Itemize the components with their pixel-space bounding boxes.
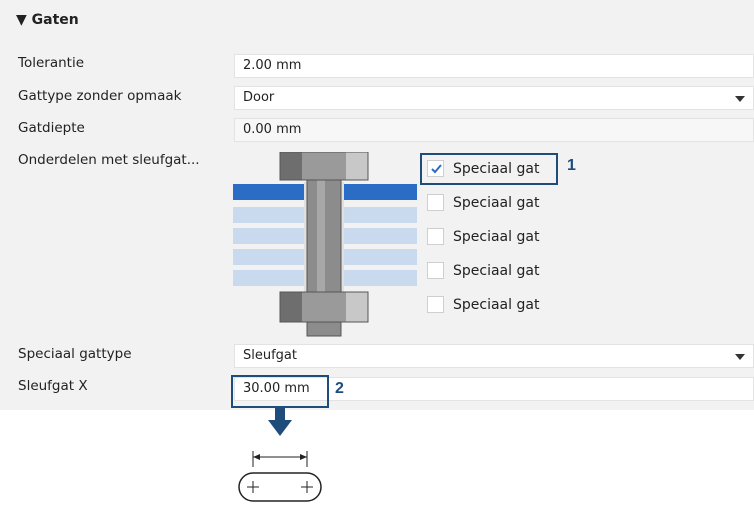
checkbox-box[interactable]	[427, 262, 444, 279]
tolerance-label: Tolerantie	[18, 55, 84, 71]
slot-x-label: Sleufgat X	[18, 378, 88, 394]
hole-type-label: Gattype zonder opmaak	[18, 88, 182, 104]
hole-type-value: Door	[243, 90, 275, 105]
bolt-head-light	[346, 152, 368, 180]
bolt-tip	[306, 321, 342, 337]
bolt-head-shade	[280, 152, 302, 180]
special-hole-checkbox-2[interactable]: Speciaal gat	[423, 189, 558, 217]
checkbox-box[interactable]	[427, 194, 444, 211]
properties-panel: ▼ Gaten Tolerantie 2.00 mm Gattype zonde…	[0, 0, 754, 410]
special-hole-checkbox-4[interactable]: Speciaal gat	[423, 257, 558, 285]
checkbox-label: Speciaal gat	[453, 229, 540, 245]
checkbox-label: Speciaal gat	[453, 297, 540, 313]
checkbox-box[interactable]	[427, 296, 444, 313]
callout-box-1	[420, 153, 558, 185]
bolt-assembly-illustration	[233, 152, 417, 337]
hole-depth-label: Gatdiepte	[18, 120, 85, 136]
callout-box-2	[231, 375, 329, 408]
special-hole-type-select[interactable]: Sleufgat	[234, 344, 754, 368]
special-hole-checkbox-5[interactable]: Speciaal gat	[423, 291, 558, 319]
nut-light	[346, 292, 368, 322]
dimension-arrow-right	[300, 454, 307, 460]
checkbox-box[interactable]	[427, 228, 444, 245]
nut-shade	[280, 292, 302, 322]
hole-type-select[interactable]: Door	[234, 86, 754, 110]
special-hole-type-value: Sleufgat	[243, 348, 297, 363]
section-header-gaten[interactable]: ▼ Gaten	[16, 9, 79, 31]
bolt-shank-highlight	[317, 180, 325, 302]
special-hole-checkbox-3[interactable]: Speciaal gat	[423, 223, 558, 251]
callout-number-2: 2	[335, 380, 344, 397]
checkbox-label: Speciaal gat	[453, 263, 540, 279]
arrow-down-icon	[268, 420, 292, 436]
callout-number-1: 1	[567, 157, 576, 174]
checkbox-label: Speciaal gat	[453, 195, 540, 211]
arrow-shaft	[275, 408, 285, 422]
dimension-arrow-left	[253, 454, 260, 460]
slotted-parts-label: Onderdelen met sleufgat...	[18, 152, 200, 168]
tolerance-field[interactable]: 2.00 mm	[234, 54, 754, 78]
chevron-down-icon	[735, 96, 745, 102]
chevron-down-icon	[735, 354, 745, 360]
slot-diagram	[238, 408, 322, 502]
hole-depth-field: 0.00 mm	[234, 118, 754, 142]
special-hole-type-label: Speciaal gattype	[18, 346, 132, 362]
